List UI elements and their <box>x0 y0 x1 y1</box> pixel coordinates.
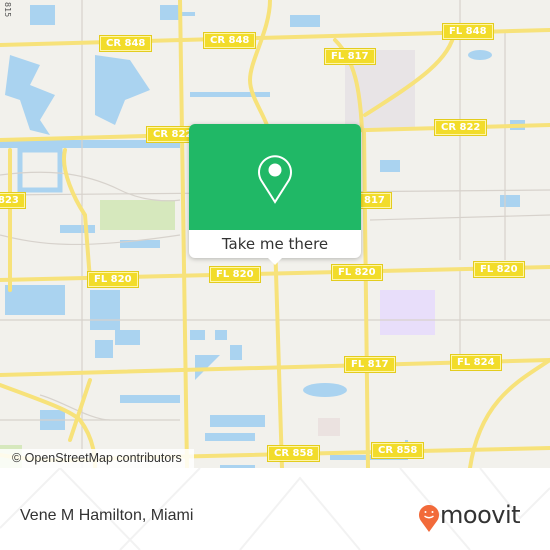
building-area <box>318 418 340 436</box>
place-name: Vene M Hamilton, Miami <box>20 507 194 524</box>
popup-pointer <box>267 257 283 265</box>
road-label: FL 820 <box>473 261 525 278</box>
campus-area <box>380 290 435 335</box>
road-label: 817 <box>357 192 392 209</box>
map-attribution[interactable]: © OpenStreetMap contributors <box>0 449 194 468</box>
road-label: FL 817 <box>324 48 376 65</box>
road-edge-label: 815 <box>3 2 12 18</box>
destination-popup[interactable]: Take me there <box>189 124 361 265</box>
moovit-pin-icon <box>419 505 439 532</box>
road-label: CR 848 <box>202 32 257 49</box>
road-label: FL 848 <box>442 23 494 40</box>
road-label: CR 858 <box>370 442 425 459</box>
road-label: CR 848 <box>98 35 153 52</box>
take-me-there-button[interactable]: Take me there <box>189 230 361 258</box>
road-label: 823 <box>0 192 26 209</box>
road-label: FL 820 <box>87 271 139 288</box>
footer: Vene M Hamilton, Miami moovit <box>0 468 550 550</box>
park-area <box>100 200 175 230</box>
road-label: FL 820 <box>209 266 261 283</box>
map-view[interactable]: CR 848 CR 848 FL 848 FL 817 CR 822 CR 82… <box>0 0 550 468</box>
road-label: CR 822 <box>433 119 488 136</box>
brand-name: moovit <box>440 501 521 529</box>
road-label: FL 820 <box>331 264 383 281</box>
map-pin-icon <box>258 155 292 204</box>
popup-header <box>189 124 361 230</box>
road-label: FL 817 <box>344 356 396 373</box>
road-label: CR 858 <box>266 445 321 462</box>
road-label: FL 824 <box>450 354 502 371</box>
